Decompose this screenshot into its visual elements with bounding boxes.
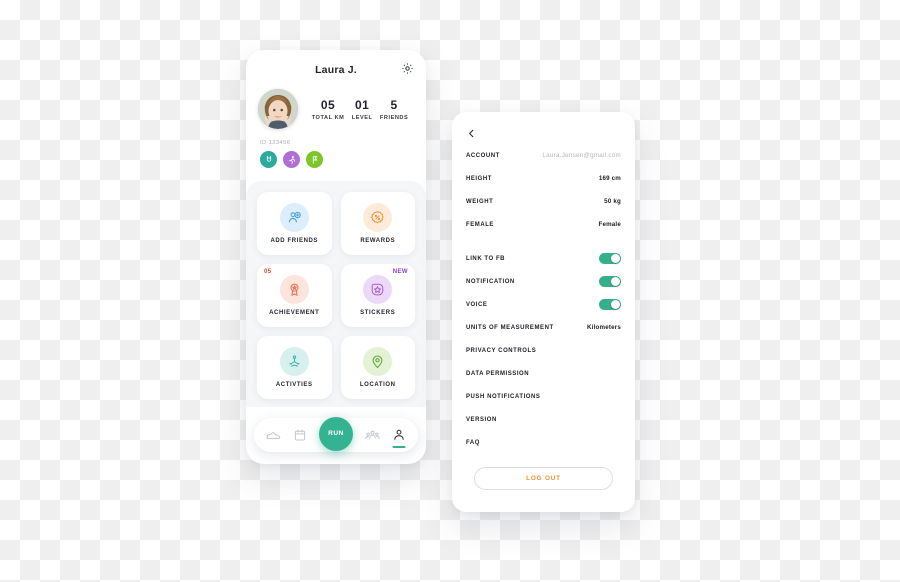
feature-grid: ADD FRIENDS REWARDS 05 ACHIEVEMENT NEW S… bbox=[257, 192, 415, 399]
settings-row-push-notifications[interactable]: PUSH NOTIFICATIONS bbox=[466, 385, 621, 408]
row-value: Kilometers bbox=[587, 324, 621, 331]
stat-value: 01 bbox=[354, 97, 370, 112]
stat-total-km: 05 TOTAL KM bbox=[312, 98, 345, 121]
settings-row-gender[interactable]: FEMALE Female bbox=[466, 213, 621, 236]
stat-level: 01 LEVEL bbox=[352, 98, 373, 121]
canvas: Laura J. 05 TOTAL KM 01 LEVEL 5 FRIENDS … bbox=[0, 0, 900, 582]
logout-button[interactable]: LOG OUT bbox=[474, 467, 613, 490]
shoe-icon[interactable] bbox=[266, 428, 281, 443]
bottom-nav: RUN bbox=[254, 416, 418, 452]
row-label: VERSION bbox=[466, 416, 497, 423]
badge-row bbox=[260, 151, 414, 168]
tile-label: ACHIEVEMENT bbox=[269, 310, 320, 316]
tile-activities[interactable]: ACTIVTIES bbox=[257, 336, 332, 399]
page-title: Laura J. bbox=[315, 64, 357, 76]
identity-row: 05 TOTAL KM 01 LEVEL 5 FRIENDS bbox=[258, 89, 414, 129]
tile-location[interactable]: LOCATION bbox=[340, 336, 415, 399]
row-label: ACCOUNT bbox=[466, 152, 500, 159]
tile-label: REWARDS bbox=[360, 238, 396, 244]
row-label: NOTIFICATION bbox=[466, 278, 515, 285]
add-friend-icon bbox=[279, 203, 309, 232]
settings-screen: ACCOUNT Laura.Jensen@gmail.com HEIGHT 16… bbox=[452, 112, 635, 512]
settings-row-account[interactable]: ACCOUNT Laura.Jensen@gmail.com bbox=[466, 144, 621, 167]
settings-row-height[interactable]: HEIGHT 169 cm bbox=[466, 167, 621, 190]
user-id: ID 123456 bbox=[260, 140, 291, 146]
feature-grid-section: ADD FRIENDS REWARDS 05 ACHIEVEMENT NEW S… bbox=[246, 181, 426, 407]
row-label: FEMALE bbox=[466, 221, 494, 228]
toggle-link-to-fb[interactable] bbox=[599, 252, 621, 265]
row-label: FAQ bbox=[466, 439, 480, 446]
discount-icon bbox=[363, 203, 393, 232]
row-label: UNITS OF MEASUREMENT bbox=[466, 324, 554, 331]
calendar-icon[interactable] bbox=[292, 428, 307, 443]
row-value: Laura.Jensen@gmail.com bbox=[542, 152, 621, 159]
running-badge-icon[interactable] bbox=[283, 151, 300, 168]
stat-label: FRIENDS bbox=[379, 114, 409, 121]
row-label: VOICE bbox=[466, 301, 488, 308]
gear-icon[interactable] bbox=[401, 62, 414, 75]
row-label: DATA PERMISSION bbox=[466, 370, 530, 377]
stat-value: 5 bbox=[390, 97, 398, 112]
settings-row-data-permission[interactable]: DATA PERMISSION bbox=[466, 362, 621, 385]
row-value: 50 kg bbox=[604, 198, 621, 205]
sticker-star-icon bbox=[363, 275, 393, 304]
avatar[interactable] bbox=[258, 89, 298, 129]
settings-row-weight[interactable]: WEIGHT 50 kg bbox=[466, 190, 621, 213]
row-value: 169 cm bbox=[598, 175, 621, 182]
row-value: Female bbox=[598, 221, 621, 228]
section-divider bbox=[466, 236, 621, 247]
toggle-knob bbox=[610, 276, 620, 286]
settings-row-units[interactable]: UNITS OF MEASUREMENT Kilometers bbox=[466, 316, 621, 339]
profile-screen: Laura J. 05 TOTAL KM 01 LEVEL 5 FRIENDS … bbox=[246, 50, 426, 464]
flag-badge-icon[interactable] bbox=[306, 151, 323, 168]
person-icon[interactable] bbox=[391, 428, 406, 443]
toggle-voice[interactable] bbox=[599, 298, 621, 311]
tile-label: ACTIVTIES bbox=[275, 382, 313, 388]
medal-icon bbox=[279, 275, 309, 304]
profile-title-row: Laura J. bbox=[258, 60, 414, 80]
row-label: WEIGHT bbox=[466, 198, 494, 205]
stat-value: 05 bbox=[320, 97, 336, 112]
back-chevron-icon[interactable] bbox=[466, 126, 477, 143]
settings-row-notification[interactable]: NOTIFICATION bbox=[466, 270, 621, 293]
settings-row-version[interactable]: VERSION bbox=[466, 408, 621, 431]
tile-stickers[interactable]: NEW STICKERS bbox=[340, 264, 415, 327]
tile-rewards[interactable]: REWARDS bbox=[340, 192, 415, 255]
toggle-knob bbox=[610, 299, 620, 309]
stat-label: TOTAL KM bbox=[311, 114, 345, 121]
stickers-new-badge: NEW bbox=[392, 269, 408, 275]
toggle-knob bbox=[610, 253, 620, 263]
settings-row-privacy-controls[interactable]: PRIVACY CONTROLS bbox=[466, 339, 621, 362]
stat-friends: 5 FRIENDS bbox=[380, 98, 408, 121]
settings-row-voice[interactable]: VOICE bbox=[466, 293, 621, 316]
settings-row-link-to-fb[interactable]: LINK TO FB bbox=[466, 247, 621, 270]
settings-row-faq[interactable]: FAQ bbox=[466, 431, 621, 454]
row-label: PUSH NOTIFICATIONS bbox=[466, 393, 541, 400]
map-pin-icon bbox=[363, 347, 393, 376]
tile-achievement[interactable]: 05 ACHIEVEMENT bbox=[257, 264, 332, 327]
group-icon[interactable] bbox=[364, 428, 380, 443]
run-button[interactable]: RUN bbox=[318, 416, 353, 451]
profile-header: Laura J. 05 TOTAL KM 01 LEVEL 5 FRIENDS … bbox=[246, 50, 426, 168]
medal-badge-icon[interactable] bbox=[260, 151, 277, 168]
tile-label: ADD FRIENDS bbox=[270, 238, 319, 244]
row-label: PRIVACY CONTROLS bbox=[466, 347, 537, 354]
stat-label: LEVEL bbox=[351, 114, 373, 121]
row-label: HEIGHT bbox=[466, 175, 492, 182]
row-label: LINK TO FB bbox=[466, 255, 506, 262]
tile-label: STICKERS bbox=[360, 310, 396, 316]
tile-add-friends[interactable]: ADD FRIENDS bbox=[257, 192, 332, 255]
achievement-count-badge: 05 bbox=[264, 269, 272, 275]
tile-label: LOCATION bbox=[359, 382, 396, 388]
toggle-notification[interactable] bbox=[599, 275, 621, 288]
stats-row: 05 TOTAL KM 01 LEVEL 5 FRIENDS bbox=[308, 98, 414, 121]
yoga-icon bbox=[279, 347, 309, 376]
